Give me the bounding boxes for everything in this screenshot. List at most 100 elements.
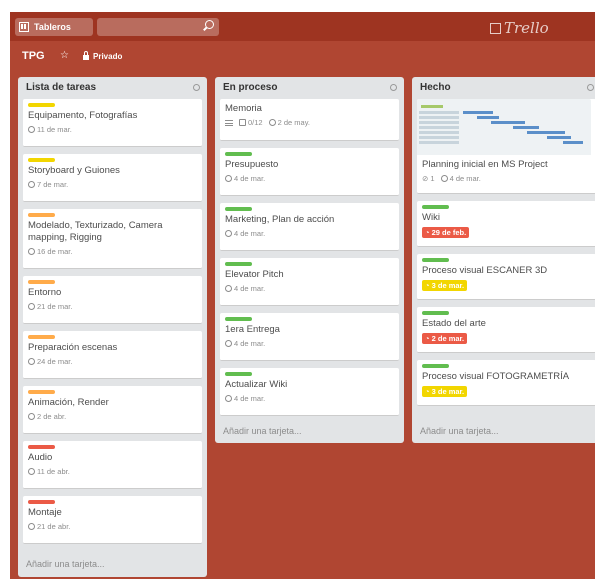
card-title: Wiki: [422, 212, 440, 223]
trello-logo[interactable]: Trello: [490, 19, 549, 37]
card[interactable]: Equipamento, Fotografías 11 de mar.: [23, 99, 202, 147]
card[interactable]: Entorno 21 de mar.: [23, 276, 202, 324]
label-red: [28, 445, 55, 449]
card-meta: 11 de abr.: [28, 467, 198, 476]
card[interactable]: Modelado, Texturizado, Camera mapping, R…: [23, 209, 202, 269]
card-title: Audio: [28, 452, 53, 463]
card-title: Preparación escenas: [28, 342, 118, 353]
card[interactable]: Animación, Render 2 de abr.: [23, 386, 202, 434]
card-attachments: 1: [430, 174, 435, 183]
card[interactable]: Montaje 21 de abr.: [23, 496, 202, 544]
due-badge: ◔ 2 de mar.: [422, 333, 468, 344]
label-green: [225, 262, 252, 266]
card-title: Actualizar Wiki: [225, 379, 288, 390]
card-due: 29 de feb.: [431, 228, 467, 237]
card-date: 11 de mar.: [37, 125, 72, 134]
label-yellow: [28, 158, 55, 162]
card[interactable]: Audio 11 de abr.: [23, 441, 202, 489]
card-due: 2 de mar.: [431, 334, 465, 343]
attachment-icon: ⊘: [422, 174, 429, 183]
visibility-label: Privado: [93, 52, 123, 61]
clock-icon: [225, 175, 232, 182]
card[interactable]: Preparación escenas 24 de mar.: [23, 331, 202, 379]
list-title[interactable]: Lista de tareas: [26, 82, 96, 93]
list-menu-icon[interactable]: [587, 83, 594, 91]
card-title: Montaje: [28, 507, 62, 518]
star-icon[interactable]: ☆: [60, 50, 69, 61]
card-date: 4 de mar.: [234, 174, 266, 183]
add-card-link[interactable]: Añadir una tarjeta...: [223, 426, 302, 436]
card-date: 4 de mar.: [234, 284, 266, 293]
list-title[interactable]: Hecho: [420, 82, 451, 93]
card-title: Presupuesto: [225, 159, 279, 170]
card-title: Entorno: [28, 287, 62, 298]
card-date: 4 de mar.: [234, 394, 266, 403]
card[interactable]: Memoria 0/12 2 de may.: [220, 99, 399, 141]
card-date: 21 de mar.: [37, 302, 73, 311]
boards-icon: [19, 22, 29, 32]
due-badge: ◔ 3 de mar.: [422, 386, 468, 397]
card[interactable]: Presupuesto 4 de mar.: [220, 148, 399, 196]
label-orange: [28, 280, 55, 284]
list-header: Lista de tareas: [23, 77, 202, 97]
due-badge: ◔ 29 de feb.: [422, 227, 470, 238]
clock-icon: [225, 285, 232, 292]
card[interactable]: Storyboard y Guiones 7 de mar.: [23, 154, 202, 202]
label-green: [422, 258, 449, 262]
card-title: Marketing, Plan de acción: [225, 214, 335, 225]
list-header: Hecho: [417, 77, 595, 97]
label-orange: [28, 213, 55, 217]
search-icon[interactable]: [205, 20, 214, 29]
due-badge: ◔ 3 de mar.: [422, 280, 468, 291]
card-title: Equipamento, Fotografías: [28, 110, 138, 121]
trello-logo-icon: [490, 22, 501, 34]
visibility-button[interactable]: Privado: [83, 51, 123, 61]
card[interactable]: Wiki ◔ 29 de feb.: [417, 201, 595, 247]
trello-app: Tableros Trello TPG ☆ Privado Lista de t…: [0, 0, 595, 579]
clock-icon: [28, 248, 35, 255]
label-green: [422, 364, 449, 368]
add-card-link[interactable]: Añadir una tarjeta...: [26, 559, 105, 569]
card-meta: 4 de mar.: [225, 229, 395, 238]
card-meta: 2 de abr.: [28, 412, 198, 421]
card[interactable]: Estado del arte ◔ 2 de mar.: [417, 307, 595, 353]
card-checklist: 0/12: [248, 118, 263, 127]
label-green: [225, 372, 252, 376]
card-meta: 7 de mar.: [28, 180, 198, 189]
card[interactable]: Marketing, Plan de acción 4 de mar.: [220, 203, 399, 251]
card-date: 2 de may.: [277, 118, 310, 127]
card-meta: 4 de mar.: [225, 339, 395, 348]
search-input[interactable]: [97, 18, 219, 36]
card[interactable]: Actualizar Wiki 4 de mar.: [220, 368, 399, 416]
card-meta: 4 de mar.: [225, 394, 395, 403]
card[interactable]: Proceso visual FOTOGRAMETRÍA ◔ 3 de mar.: [417, 360, 595, 406]
card-title: Animación, Render: [28, 397, 109, 408]
card-title: Elevator Pitch: [225, 269, 284, 280]
trello-logo-text: Trello: [504, 19, 549, 37]
label-green: [225, 152, 252, 156]
board-canvas: Lista de tareas Equipamento, Fotografías…: [10, 73, 595, 579]
card[interactable]: Elevator Pitch 4 de mar.: [220, 258, 399, 306]
board-title[interactable]: TPG: [22, 50, 45, 62]
clock-icon: [225, 395, 232, 402]
card[interactable]: Planning inicial en MS Project ⊘ 1 4 de …: [417, 99, 595, 194]
card[interactable]: Proceso visual ESCANER 3D ◔ 3 de mar.: [417, 254, 595, 300]
card-meta: 21 de mar.: [28, 302, 198, 311]
boards-button[interactable]: Tableros: [15, 18, 93, 36]
clock-icon: [28, 303, 35, 310]
label-green: [225, 207, 252, 211]
clock-icon: [440, 175, 448, 182]
list-menu-icon[interactable]: [193, 83, 200, 91]
card-date: 2 de abr.: [37, 412, 67, 421]
label-green: [422, 205, 449, 209]
list-title[interactable]: En proceso: [223, 82, 277, 93]
label-green: [422, 311, 449, 315]
card-date: 11 de abr.: [37, 467, 70, 476]
clock-icon: [28, 468, 35, 475]
card-title: Proceso visual FOTOGRAMETRÍA: [422, 371, 570, 382]
add-card-link[interactable]: Añadir una tarjeta...: [420, 426, 499, 436]
list-menu-icon[interactable]: [390, 83, 397, 91]
card[interactable]: 1era Entrega 4 de mar.: [220, 313, 399, 361]
label-green: [225, 317, 252, 321]
card-title: Memoria: [225, 103, 262, 114]
